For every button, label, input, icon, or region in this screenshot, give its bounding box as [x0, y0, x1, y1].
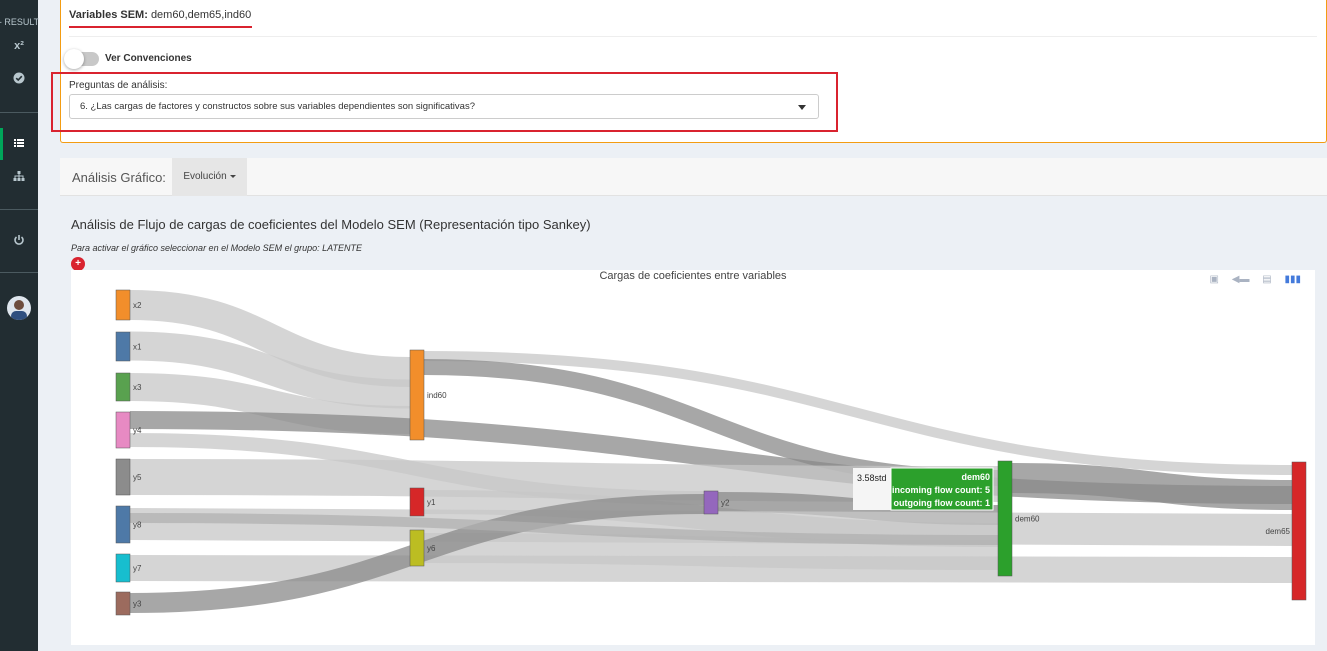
- graph-toolbar-title: Análisis Gráfico:: [72, 170, 166, 185]
- sankey-link-y7-dem65[interactable]: [129, 555, 1293, 583]
- sankey-link-y8-dem65[interactable]: [129, 508, 1293, 546]
- sankey-label-y2: y2: [721, 499, 730, 508]
- expand-icon[interactable]: +: [71, 257, 85, 271]
- power-icon[interactable]: [0, 234, 38, 249]
- sankey-label-y5: y5: [133, 473, 142, 482]
- sankey-node-y3[interactable]: [115, 591, 131, 616]
- sankey-node-y4[interactable]: [115, 411, 131, 449]
- questions-label: Preguntas de análisis:: [69, 80, 168, 91]
- sankey-node-x2[interactable]: [115, 289, 131, 321]
- sidebar-item-chi2[interactable]: x²: [0, 40, 38, 52]
- tooltip-value: 3.58std: [857, 473, 887, 483]
- sankey-node-y1[interactable]: [409, 487, 425, 517]
- variables-value: dem60,dem65,ind60: [150, 9, 252, 21]
- variables-panel: Variables SEM: dem60,dem65,ind60 Ver Con…: [51, 0, 1327, 143]
- sankey-label-ind60: ind60: [427, 391, 447, 400]
- tooltip-incoming: incoming flow count: 5: [892, 485, 990, 495]
- sidebar: - RESULT x²: [0, 0, 39, 651]
- sankey-node-y8[interactable]: [115, 505, 131, 544]
- sankey-label-y7: y7: [133, 564, 142, 573]
- tooltip-node-name: dem60: [961, 472, 990, 482]
- caret-down-icon: [229, 174, 236, 178]
- avatar[interactable]: [7, 296, 31, 320]
- evolution-dropdown-label: Evolución: [183, 171, 227, 182]
- sankey-label-y1: y1: [427, 498, 436, 507]
- questions-select[interactable]: 6. ¿Las cargas de factores y constructos…: [69, 94, 819, 119]
- sankey-node-y7[interactable]: [115, 553, 131, 583]
- check-circle-icon[interactable]: [0, 72, 38, 87]
- sankey-node-dem60[interactable]: [997, 460, 1013, 577]
- sankey-label-x3: x3: [133, 383, 142, 392]
- sankey-label-x2: x2: [133, 301, 142, 310]
- sankey-label-x1: x1: [133, 343, 142, 352]
- sankey-node-y2[interactable]: [703, 490, 719, 515]
- sankey-link-y6-dem60[interactable]: [423, 533, 999, 570]
- sankey-svg: x2 x1 x3 y4 y5 y8 y7 y3 ind60 y1 y6 y2 dem60 dem65 3.5…: [115, 289, 1307, 616]
- section-title: Análisis de Flujo de cargas de coeficien…: [71, 217, 591, 232]
- sankey-node-y5[interactable]: [115, 458, 131, 496]
- sitemap-icon[interactable]: [0, 170, 38, 185]
- sankey-label-y6: y6: [427, 544, 436, 553]
- variables-line: Variables SEM: dem60,dem65,ind60: [69, 9, 251, 21]
- section-note: Para activar el gráfico seleccionar en e…: [71, 243, 362, 253]
- conventions-label: Ver Convenciones: [105, 53, 192, 64]
- chevron-down-icon: [798, 105, 806, 110]
- sankey-label-y3: y3: [133, 600, 142, 609]
- sankey-label-dem60: dem60: [1015, 515, 1040, 524]
- divider: [69, 36, 1317, 37]
- sankey-node-dem65[interactable]: [1291, 461, 1307, 601]
- conventions-toggle[interactable]: [64, 49, 99, 69]
- highlight-underline: [69, 26, 252, 28]
- list-icon[interactable]: [0, 137, 38, 152]
- evolution-dropdown[interactable]: Evolución: [172, 158, 247, 196]
- sankey-node-y6[interactable]: [409, 529, 425, 567]
- sankey-label-y4: y4: [133, 426, 142, 435]
- graph-toolbar: Análisis Gráfico: Evolución: [60, 158, 1327, 196]
- toggle-knob: [64, 49, 84, 69]
- sankey-plot: Cargas de coeficientes entre variables ▣…: [71, 270, 1315, 645]
- sankey-label-dem65: dem65: [1266, 527, 1291, 536]
- sankey-node-x3[interactable]: [115, 372, 131, 402]
- variables-label: Variables SEM:: [69, 9, 148, 21]
- sankey-label-y8: y8: [133, 521, 142, 530]
- tooltip-outgoing: outgoing flow count: 1: [894, 498, 990, 508]
- selected-question: 6. ¿Las cargas de factores y constructos…: [80, 101, 475, 112]
- sidebar-header-label: - RESULT: [0, 17, 40, 27]
- sankey-link-dem60-dem65[interactable]: [1011, 463, 1293, 510]
- sankey-node-x1[interactable]: [115, 331, 131, 362]
- sankey-node-ind60[interactable]: [409, 349, 425, 441]
